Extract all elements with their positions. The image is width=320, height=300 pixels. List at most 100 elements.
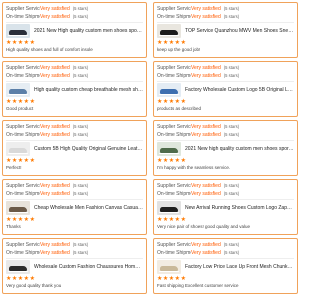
star-icon: ★ — [180, 40, 186, 46]
star-icon: ★ — [6, 217, 12, 223]
shoe-sole — [8, 270, 28, 272]
product-row[interactable]: 2021 New High quality custom men shoes s… — [6, 24, 143, 38]
supplier-service-value: Very satisfied — [191, 183, 221, 189]
product-title-link[interactable]: Factory Low Price Lace Up Front Mesh Chu… — [185, 264, 294, 270]
on-time-shipment-label: On-time Shipment — [6, 73, 40, 79]
shoe-sole — [8, 211, 28, 213]
product-thumbnail[interactable] — [157, 201, 181, 215]
star-icon: ★ — [162, 158, 169, 164]
star-rating: ★ ★ ★ ★ ★ — [6, 157, 143, 165]
review-text: Good product — [6, 106, 34, 111]
star-icon: ★ — [29, 158, 35, 164]
star-icon: ★ — [11, 217, 18, 223]
review-text: Perfect! — [6, 165, 22, 170]
supplier-service-row: Supplier Service Very satisfied (5 stars… — [157, 64, 294, 72]
supplier-service-row: Supplier Service Very satisfied (5 stars… — [6, 182, 143, 190]
shoe-sole — [159, 93, 179, 95]
product-row[interactable]: Cheap Wholesale Men Fashion Canvas Casua… — [6, 201, 143, 215]
product-title-link[interactable]: Factory Wholesale Custom Logo 5B Origina… — [185, 87, 294, 93]
product-thumbnail[interactable] — [157, 24, 181, 38]
star-rating: ★ ★ ★ ★ ★ — [157, 98, 294, 106]
supplier-service-label: Supplier Service — [157, 183, 191, 189]
star-icon: ★ — [180, 99, 186, 105]
star-icon: ★ — [11, 276, 18, 282]
product-title-link[interactable]: High quality custom cheap breathable mes… — [34, 87, 143, 93]
on-time-shipment-count: (5 stars) — [72, 132, 89, 137]
divider — [6, 22, 143, 23]
on-time-shipment-value: Very satisfied — [40, 14, 70, 20]
review-card[interactable]: Supplier Service Very satisfied (5 stars… — [153, 179, 298, 235]
star-icon: ★ — [168, 158, 175, 164]
product-thumbnail[interactable] — [6, 24, 30, 38]
on-time-shipment-label: On-time Shipment — [6, 191, 40, 197]
product-row[interactable]: New Arrival Running Shoes Custom Logo Za… — [157, 201, 294, 215]
on-time-shipment-row: On-time Shipment Very satisfied (5 stars… — [6, 13, 143, 21]
product-thumbnail[interactable] — [157, 260, 181, 274]
review-text: keep up the good job! — [157, 47, 201, 52]
shoe-sole — [159, 152, 179, 154]
shoe-sole — [159, 211, 179, 213]
on-time-shipment-label: On-time Shipment — [157, 250, 191, 256]
review-card[interactable]: Supplier Service Very satisfied (5 stars… — [153, 238, 298, 294]
on-time-shipment-count: (5 stars) — [223, 14, 240, 19]
product-row[interactable]: TOP Service Quanzhou MWV Men Shoes Sneak… — [157, 24, 294, 38]
divider — [6, 81, 143, 82]
star-rating: ★ ★ ★ ★ ★ — [6, 98, 143, 106]
divider — [6, 199, 143, 200]
divider — [157, 199, 294, 200]
star-icon: ★ — [157, 40, 163, 46]
on-time-shipment-count: (5 stars) — [72, 250, 89, 255]
supplier-service-label: Supplier Service — [6, 124, 40, 130]
product-row[interactable]: Custom 5B High Quality Original Genuine … — [6, 142, 143, 156]
on-time-shipment-row: On-time Shipment Very satisfied (5 stars… — [6, 249, 143, 257]
review-card[interactable]: Supplier Service Very satisfied (5 stars… — [2, 238, 147, 294]
product-thumbnail[interactable] — [157, 83, 181, 97]
product-thumbnail[interactable] — [6, 142, 30, 156]
star-icon: ★ — [162, 276, 169, 282]
star-icon: ★ — [168, 40, 175, 46]
review-card[interactable]: Supplier Service Very satisfied (5 stars… — [2, 179, 147, 235]
on-time-shipment-label: On-time Shipment — [157, 73, 191, 79]
review-card[interactable]: Supplier Service Very satisfied (5 stars… — [2, 61, 147, 117]
product-thumbnail[interactable] — [6, 83, 30, 97]
star-icon: ★ — [157, 276, 163, 282]
on-time-shipment-row: On-time Shipment Very satisfied (5 stars… — [6, 72, 143, 80]
supplier-service-count: (5 stars) — [223, 124, 240, 129]
star-icon: ★ — [11, 158, 18, 164]
product-title-link[interactable]: TOP Service Quanzhou MWV Men Shoes Sneak… — [185, 28, 294, 34]
product-thumbnail[interactable] — [157, 142, 181, 156]
product-title-link[interactable]: Cheap Wholesale Men Fashion Canvas Casua… — [34, 205, 143, 211]
product-row[interactable]: Wholesale Custom Fashion Chaussures Homm… — [6, 260, 143, 274]
star-icon: ★ — [162, 40, 169, 46]
review-card[interactable]: Supplier Service Very satisfied (5 stars… — [153, 2, 298, 58]
review-text: Very good quality thank you — [6, 283, 62, 288]
review-card[interactable]: Supplier Service Very satisfied (5 stars… — [153, 61, 298, 117]
product-thumbnail[interactable] — [6, 260, 30, 274]
star-icon: ★ — [23, 40, 30, 46]
on-time-shipment-count: (5 stars) — [72, 73, 89, 78]
review-card[interactable]: Supplier Service Very satisfied (5 stars… — [2, 2, 147, 58]
product-title-link[interactable]: Wholesale Custom Fashion Chaussures Homm… — [34, 264, 143, 270]
on-time-shipment-label: On-time Shipment — [6, 14, 40, 20]
product-title-link[interactable]: 2021 New High quality custom men shoes s… — [34, 28, 143, 34]
product-row[interactable]: Factory Wholesale Custom Logo 5B Origina… — [157, 83, 294, 97]
supplier-service-count: (5 stars) — [223, 242, 240, 247]
on-time-shipment-value: Very satisfied — [191, 14, 221, 20]
shoe-sole — [8, 152, 28, 154]
product-thumbnail[interactable] — [6, 201, 30, 215]
supplier-service-count: (5 stars) — [72, 124, 89, 129]
supplier-service-value: Very satisfied — [191, 65, 221, 71]
review-card[interactable]: Supplier Service Very satisfied (5 stars… — [2, 120, 147, 176]
star-icon: ★ — [174, 276, 181, 282]
product-row[interactable]: High quality custom cheap breathable mes… — [6, 83, 143, 97]
product-title-link[interactable]: 2021 New high quality custom men shoes s… — [185, 146, 294, 152]
supplier-service-row: Supplier Service Very satisfied (5 stars… — [6, 123, 143, 131]
product-title-link[interactable]: Custom 5B High Quality Original Genuine … — [34, 146, 143, 152]
supplier-service-row: Supplier Service Very satisfied (5 stars… — [157, 182, 294, 190]
review-card[interactable]: Supplier Service Very satisfied (5 stars… — [153, 120, 298, 176]
product-row[interactable]: 2021 New high quality custom men shoes s… — [157, 142, 294, 156]
product-title-link[interactable]: New Arrival Running Shoes Custom Logo Za… — [185, 205, 294, 211]
star-icon: ★ — [168, 276, 175, 282]
supplier-service-label: Supplier Service — [6, 6, 40, 12]
product-row[interactable]: Factory Low Price Lace Up Front Mesh Chu… — [157, 260, 294, 274]
